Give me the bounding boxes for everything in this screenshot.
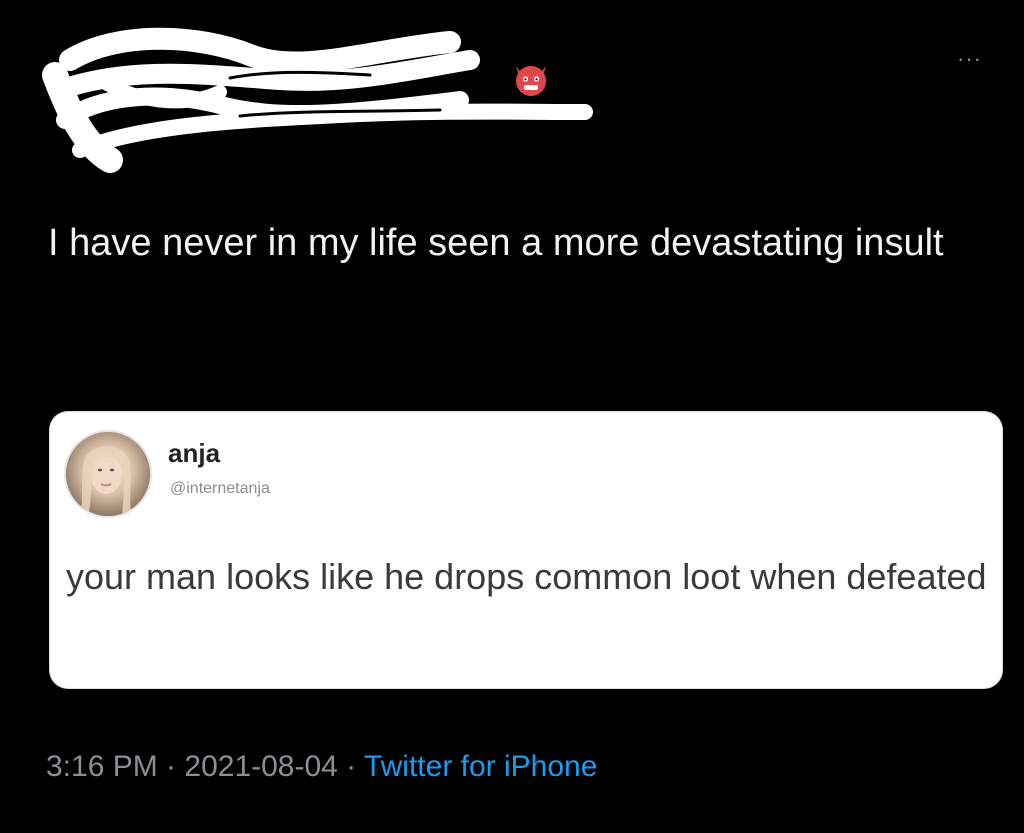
- timestamp[interactable]: 3:16 PM · 2021-08-04 ·: [46, 750, 364, 783]
- more-horizontal-icon[interactable]: ···: [957, 46, 982, 72]
- quoted-author-handle[interactable]: @internetanja: [170, 480, 270, 498]
- author-header: [40, 20, 680, 180]
- avatar-image: [66, 432, 150, 516]
- tweet-text: I have never in my life seen a more deva…: [48, 222, 944, 264]
- tweet: ··· I have never in my life seen a more …: [0, 0, 1024, 833]
- redaction-scribble: [42, 27, 593, 173]
- quoted-tweet-card[interactable]: anja @internetanja your man looks like h…: [50, 412, 1002, 688]
- devil-emoji-icon: [516, 66, 546, 96]
- tweet-meta: 3:16 PM · 2021-08-04 · Twitter for iPhon…: [46, 750, 597, 784]
- avatar[interactable]: [66, 432, 150, 516]
- source-link[interactable]: Twitter for iPhone: [364, 750, 597, 783]
- quoted-tweet-text: your man looks like he drops common loot…: [66, 556, 987, 597]
- quoted-author-name[interactable]: anja: [168, 438, 220, 469]
